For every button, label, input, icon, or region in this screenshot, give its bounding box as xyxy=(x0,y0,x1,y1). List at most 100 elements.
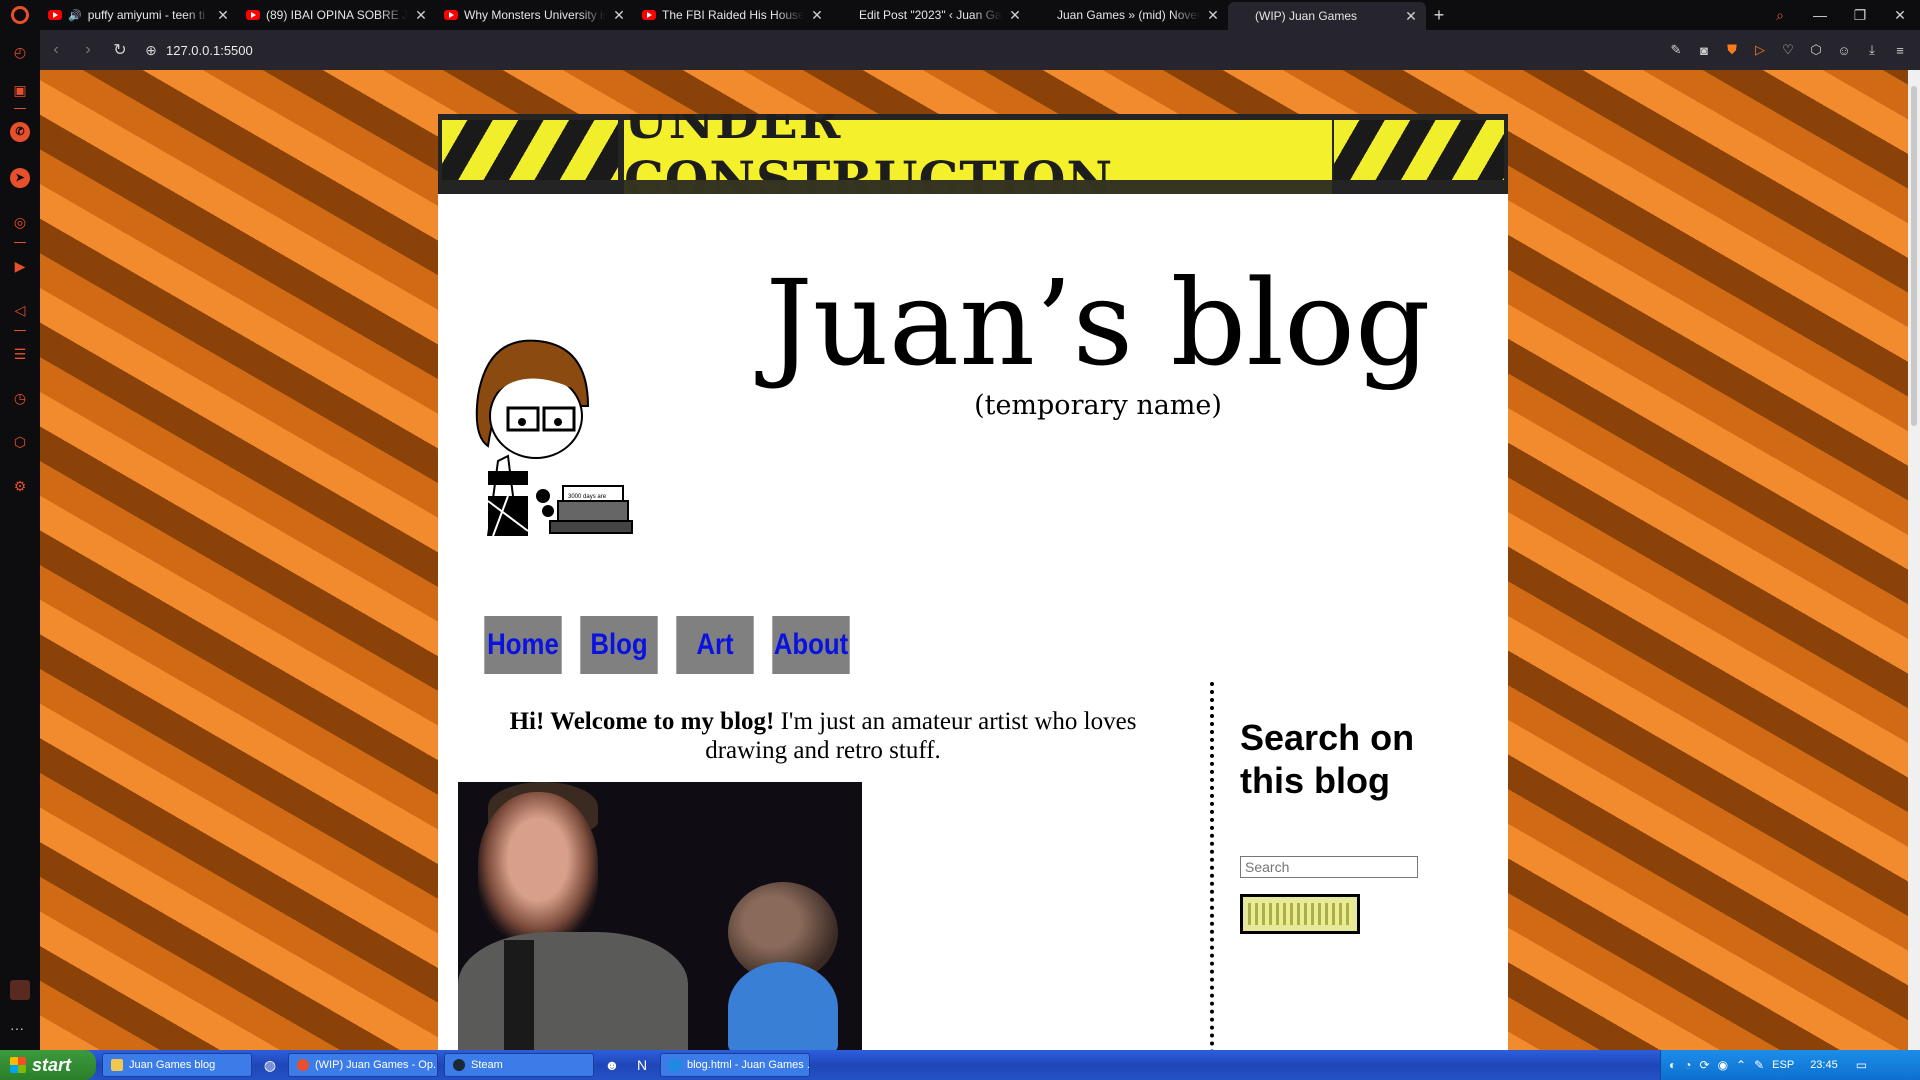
camera-icon[interactable]: ◙ xyxy=(1692,43,1716,58)
browser-tab[interactable]: Edit Post "2023" ‹ Juan Gam ✕ xyxy=(832,0,1251,66)
sidebar-app-icon[interactable] xyxy=(10,980,30,1000)
forward-icon[interactable]: › xyxy=(72,41,104,59)
close-tab-icon[interactable]: ✕ xyxy=(810,7,824,24)
folder-icon xyxy=(111,1059,123,1071)
adblock-shield-icon[interactable]: ⛊ xyxy=(1720,42,1744,58)
close-tab-icon[interactable]: ✕ xyxy=(1404,8,1418,25)
steam-small-icon[interactable]: ◉ xyxy=(1718,1058,1728,1072)
browser-tab[interactable]: 🔊 puffy amiyumi - teen ti ✕ xyxy=(40,0,238,30)
page-title: Juan’s blog xyxy=(765,254,1431,392)
edit-icon[interactable]: ✎ xyxy=(1664,42,1688,58)
main-nav: Home Blog Art About xyxy=(478,616,856,674)
player-sidebar-icon[interactable]: ▶ xyxy=(10,256,30,276)
youtube-icon xyxy=(444,10,458,20)
more-icon[interactable]: ··· xyxy=(10,1020,24,1036)
photo-blue-shirt xyxy=(728,962,838,1050)
restore-icon[interactable]: ❐ xyxy=(1840,7,1880,24)
taskbar-item[interactable]: blog.html - Juan Games ... xyxy=(660,1053,810,1077)
browser-tab[interactable]: Why Monsters University is ✕ xyxy=(436,0,634,30)
tab-title: Edit Post "2023" ‹ Juan Gam xyxy=(859,8,1002,22)
vscode-icon xyxy=(669,1059,681,1071)
pen-icon[interactable]: ✎ xyxy=(1754,1058,1764,1072)
speed-dial-icon[interactable]: ◴ xyxy=(10,42,30,62)
sidebar-separator xyxy=(14,242,26,243)
send-icon[interactable]: ◁ xyxy=(10,300,30,320)
settings-icon[interactable]: ⚙ xyxy=(10,476,30,496)
notification-icon[interactable]: ▭ xyxy=(1856,1058,1867,1072)
close-window-icon[interactable]: ✕ xyxy=(1880,7,1920,24)
nav-about[interactable]: About xyxy=(772,616,850,674)
page-scrollbar[interactable] xyxy=(1908,70,1920,1050)
download-icon[interactable]: ⤓ xyxy=(1860,42,1884,58)
browser-tab[interactable]: The FBI Raided His House W ✕ xyxy=(634,0,832,30)
banner-reflection xyxy=(624,180,1332,194)
history-icon[interactable]: ◷ xyxy=(10,388,30,408)
browser-tab[interactable]: Juan Games » (mid) Novem ✕ xyxy=(1030,0,1449,66)
close-tab-icon[interactable]: ✕ xyxy=(1008,7,1022,24)
browser-sidebar: ◴ ▣ ✆ ➤ ◎ ▶ ◁ ☰ ◷ ⬡ ⚙ ··· xyxy=(0,30,40,1050)
taskbar-item[interactable]: (WIP) Juan Games - Op... xyxy=(288,1053,438,1077)
sidebar-separator xyxy=(14,330,26,331)
menu-icon[interactable]: ≡ xyxy=(1888,43,1912,58)
steam-tray-icon[interactable]: ◍ xyxy=(258,1053,282,1077)
telegram-icon[interactable]: ➤ xyxy=(10,168,30,188)
tab-search-icon[interactable]: ⌕ xyxy=(1760,7,1800,24)
hazard-stripes-left xyxy=(442,120,618,180)
hazard-stripes-right xyxy=(1334,120,1504,180)
windows-flag-icon xyxy=(10,1057,26,1073)
volume-icon[interactable]: ◔ xyxy=(1684,1058,1691,1072)
tab-title: The FBI Raided His House W xyxy=(662,8,804,22)
nav-home[interactable]: Home xyxy=(484,616,562,674)
opera-menu-button[interactable] xyxy=(0,0,40,30)
close-tab-icon[interactable]: ✕ xyxy=(216,7,230,24)
toolbar-actions: ✎ ◙ ⛊ ▷ ♡ ⬡ ☺ ⤓ ≡ xyxy=(1664,30,1912,70)
close-tab-icon[interactable]: ✕ xyxy=(1206,7,1220,24)
heart-icon[interactable]: ♡ xyxy=(1776,42,1800,58)
start-label: start xyxy=(32,1054,72,1075)
search-button[interactable] xyxy=(1240,894,1360,934)
close-tab-icon[interactable]: ✕ xyxy=(414,7,428,24)
news-icon[interactable]: ☰ xyxy=(10,344,30,364)
shopping-icon[interactable]: ▣ xyxy=(10,80,30,100)
avatar-paper-text: 3000 days are xyxy=(568,494,607,500)
page-subtitle: (temporary name) xyxy=(974,390,1222,421)
url-field[interactable]: 127.0.0.1:5500 xyxy=(166,43,253,58)
language-indicator[interactable]: ESP xyxy=(1772,1059,1794,1071)
banner-label: UNDER CONSTRUCTION xyxy=(624,114,1332,194)
taskbar-item[interactable]: Steam xyxy=(444,1053,594,1077)
new-tab-button[interactable]: + xyxy=(1426,5,1452,26)
taskbar-item[interactable]: Juan Games blog xyxy=(102,1053,252,1077)
profile-icon[interactable]: ☺ xyxy=(1832,43,1856,58)
reload-icon[interactable]: ↻ xyxy=(104,40,136,60)
under-construction-banner: UNDER CONSTRUCTION xyxy=(438,114,1508,194)
search-input[interactable] xyxy=(1240,856,1418,878)
browser-tab[interactable]: (89) IBAI OPINA SOBRE JUE ✕ xyxy=(238,0,436,30)
tray-app-icon[interactable]: ⟳ xyxy=(1700,1058,1710,1072)
notion-icon[interactable]: N xyxy=(630,1053,654,1077)
close-tab-icon[interactable]: ✕ xyxy=(612,7,626,24)
extensions-icon[interactable]: ⬡ xyxy=(10,432,30,452)
avatar-illustration: 3000 days are xyxy=(475,339,633,536)
scrollbar-thumb[interactable] xyxy=(1911,86,1917,426)
back-icon[interactable]: ‹ xyxy=(40,41,72,59)
tab-title: puffy amiyumi - teen ti xyxy=(87,8,205,22)
nav-blog[interactable]: Blog xyxy=(580,616,658,674)
browser-tab-active[interactable]: (WIP) Juan Games ✕ xyxy=(1228,2,1647,67)
player-icon[interactable]: ▷ xyxy=(1748,42,1772,58)
start-button[interactable]: start xyxy=(0,1050,96,1080)
instagram-icon[interactable]: ◎ xyxy=(10,212,30,232)
taskbar-item-label: Juan Games blog xyxy=(129,1059,216,1071)
network-icon[interactable]: ◐ xyxy=(1669,1058,1676,1072)
post-image xyxy=(458,782,862,1050)
photo-tie xyxy=(504,940,534,1050)
clock[interactable]: 23:45 xyxy=(1810,1059,1838,1071)
taskbar: start Juan Games blog ◍ (WIP) Juan Games… xyxy=(0,1050,1920,1080)
minimize-icon[interactable]: — xyxy=(1800,7,1840,23)
cube-icon[interactable]: ⬡ xyxy=(1804,42,1828,58)
discord-icon[interactable]: ☻ xyxy=(600,1053,624,1077)
whatsapp-icon[interactable]: ✆ xyxy=(10,122,30,142)
sidebar-separator xyxy=(14,108,26,109)
speaker-icon[interactable]: 🔊 xyxy=(68,9,82,22)
tray-expand-icon[interactable]: ⌃ xyxy=(1736,1058,1746,1072)
nav-art[interactable]: Art xyxy=(676,616,754,674)
